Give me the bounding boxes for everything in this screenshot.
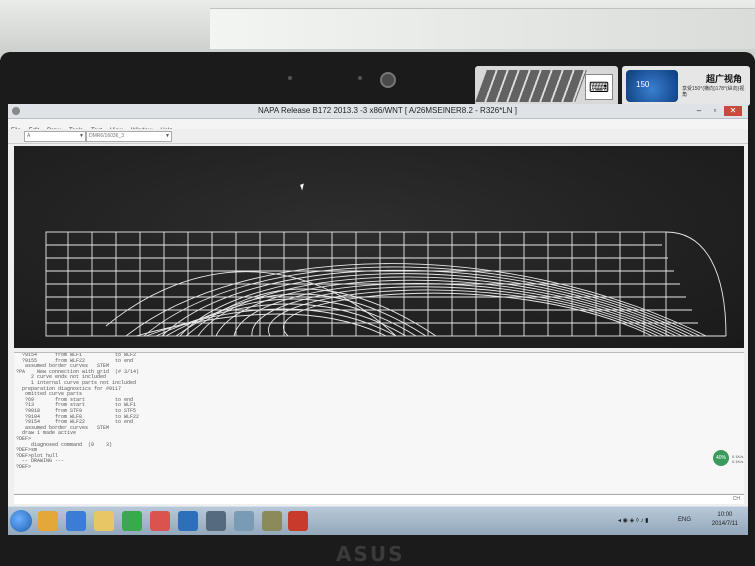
napa-icon[interactable] [206, 511, 226, 531]
webcam [380, 72, 396, 88]
network-speed-widget[interactable]: 40% [713, 450, 729, 466]
window-title: NAPA Release B172 2013.3 -3 x86/WNT [ A/… [258, 106, 517, 115]
start-button[interactable] [10, 510, 32, 532]
wide-view-sticker: 150 超广视角 享受150°(横向)178°(纵向)视角 [622, 66, 750, 106]
network-icon[interactable] [178, 511, 198, 531]
input-indicator: CH [732, 496, 740, 502]
drawing-tool-icon[interactable] [262, 511, 282, 531]
language-indicator[interactable]: ENG [678, 517, 691, 523]
sticker-title: 超广视角 [706, 74, 743, 84]
bezel-sensor [288, 76, 292, 80]
bezel-sensor [358, 76, 362, 80]
console-line: ?DEF> [16, 463, 32, 470]
clock-date: 2014/7/11 [711, 521, 738, 527]
windows-taskbar: ◂ ◉ ◈ ◊ ♪ ▮ ENG 10:00 2014/7/11 [8, 506, 748, 535]
taskbar-clock[interactable]: 10:00 2014/7/11 [712, 511, 738, 529]
tool-icon[interactable] [234, 511, 254, 531]
internet-explorer-icon[interactable] [66, 511, 86, 531]
app-icon[interactable] [12, 107, 20, 115]
laptop-screen: NAPA Release B172 2013.3 -3 x86/WNT [ A/… [8, 104, 748, 506]
tray-icons[interactable]: ◂ ◉ ◈ ◊ ♪ ▮ [618, 517, 648, 524]
layer-select[interactable]: A ▼ [24, 131, 86, 142]
drawing-select[interactable]: DMR6/16036_3 ▼ [86, 131, 172, 142]
browser-icon[interactable] [122, 511, 142, 531]
layer-select-value: A [27, 133, 31, 139]
chevron-down-icon: ▼ [79, 133, 84, 139]
sticker-subtitle: 享受150°(横向)178°(纵向)视角 [682, 86, 745, 98]
hull-lines-plan [45, 231, 727, 337]
menu-bar: FileEditDrawToolsTextViewWindowHelp [8, 119, 748, 134]
download-speed: 0.1K/s [732, 459, 744, 464]
wall-shelf [210, 8, 755, 49]
maximize-button[interactable]: ▫ [708, 106, 722, 116]
minimize-button[interactable]: – [692, 106, 706, 116]
wide-view-image [626, 70, 678, 102]
background-wall [0, 0, 755, 60]
chevron-down-icon: ▼ [165, 133, 170, 139]
clock-time: 10:00 [717, 512, 733, 518]
command-input[interactable]: CH [14, 494, 744, 504]
angle-label: 150 [636, 80, 650, 89]
keyboard-image [475, 70, 587, 102]
file-explorer-icon[interactable] [94, 511, 114, 531]
hull-drawing-canvas[interactable] [14, 146, 744, 348]
app-icon-grid[interactable] [150, 511, 170, 531]
window-titlebar[interactable]: NAPA Release B172 2013.3 -3 x86/WNT [ A/… [8, 104, 748, 119]
autocad-icon[interactable] [288, 511, 308, 531]
keyboard-icon: ⌨ [585, 74, 613, 100]
close-button[interactable]: ✕ [724, 106, 742, 116]
keyboard-sticker: ⌨ [475, 66, 618, 106]
command-output: ?9154 from WLF1 to WLF2 ?9155 from WLF22… [14, 352, 744, 493]
drawing-select-value: DMR6/16036_3 [89, 133, 125, 139]
media-player-icon[interactable] [38, 511, 58, 531]
console-lines: ?9154 from WLF1 to WLF2 ?9155 from WLF22… [14, 353, 744, 470]
asus-logo: ASUS [336, 542, 405, 566]
toolbar: A ▼ DMR6/16036_3 ▼ [8, 129, 748, 144]
network-speed-values: 0.1K/s 0.1K/s [732, 454, 743, 464]
